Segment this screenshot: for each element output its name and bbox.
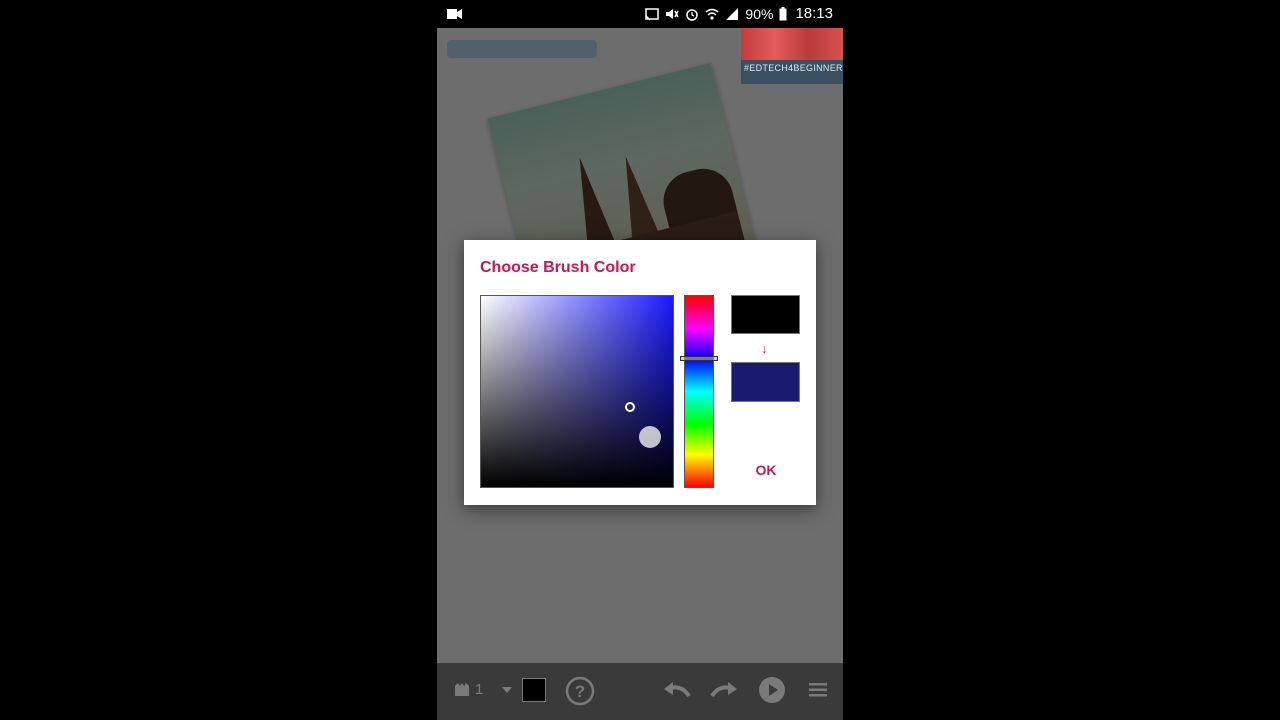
svg-text:?: ? [575, 682, 585, 701]
sv-cursor[interactable] [625, 402, 635, 412]
dropdown-icon[interactable] [502, 687, 512, 693]
help-icon[interactable]: ? [565, 676, 595, 706]
signal-icon [726, 7, 739, 20]
battery-level: 90% [745, 5, 774, 22]
dialog-title: Choose Brush Color [480, 259, 636, 276]
badge-photo [741, 28, 843, 60]
alarm-icon [686, 8, 699, 21]
redo-icon[interactable] [709, 680, 739, 700]
color-picker-dialog: Choose Brush Color ↓ OK [464, 240, 816, 505]
play-icon[interactable] [758, 676, 786, 704]
touch-indicator [639, 426, 661, 448]
clock: 18:13 [795, 5, 833, 22]
status-bar: 90% 18:13 [437, 0, 843, 28]
badge-text: #EDTECH4BEGINNERS [744, 63, 843, 73]
page-number[interactable]: 1 [475, 681, 483, 698]
old-color-preview [731, 295, 800, 334]
video-record-icon [447, 9, 462, 19]
color-swatch[interactable] [522, 678, 546, 702]
cast-icon [645, 7, 660, 21]
battery-icon [779, 6, 787, 20]
ok-button[interactable]: OK [749, 462, 783, 482]
hue-slider[interactable] [684, 295, 714, 488]
new-color-preview [731, 362, 800, 402]
slides-icon[interactable] [455, 683, 469, 697]
channel-badge: #EDTECH4BEGINNERS [741, 28, 843, 84]
wifi-icon [705, 8, 719, 20]
saturation-value-picker[interactable] [480, 295, 674, 488]
hue-slider-handle[interactable] [680, 356, 718, 361]
undo-icon[interactable] [662, 680, 692, 700]
menu-icon[interactable] [809, 683, 827, 697]
mute-icon [666, 8, 680, 19]
bottom-toolbar: 1 ? [437, 663, 843, 720]
arrow-down-icon: ↓ [761, 341, 768, 356]
